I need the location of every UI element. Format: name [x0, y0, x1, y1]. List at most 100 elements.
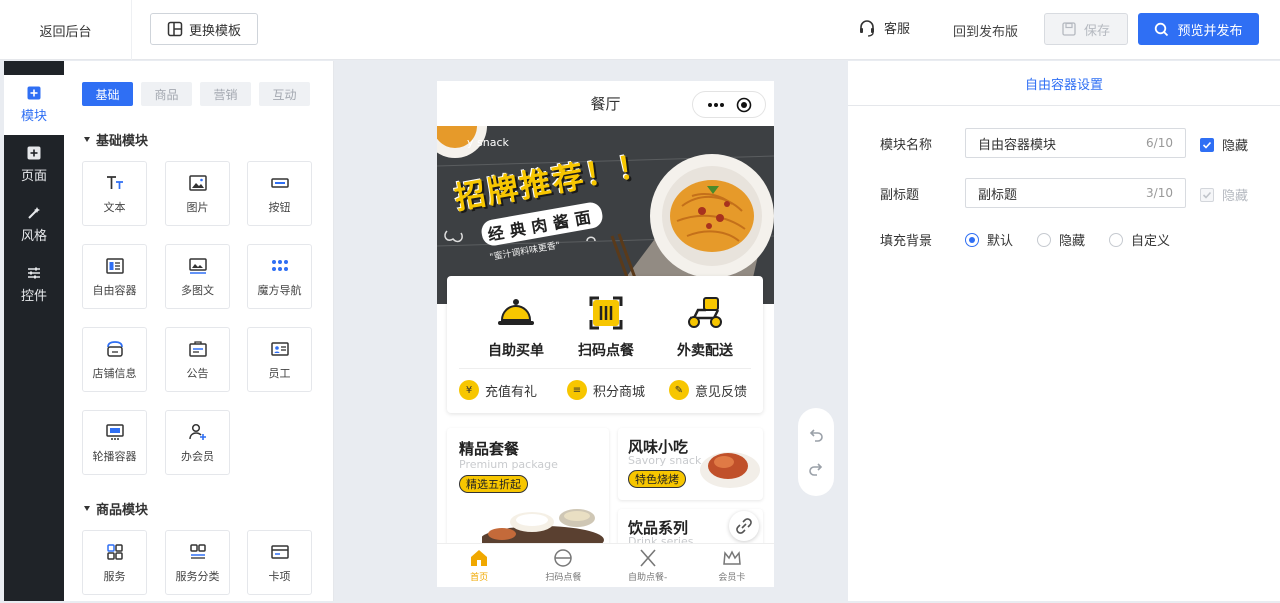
tab-goods[interactable]: 商品: [141, 82, 192, 106]
dish-cover-icon: [554, 548, 573, 567]
nav-item-style[interactable]: 风格: [4, 195, 64, 255]
headset-icon: [860, 19, 874, 37]
card-icon: [270, 544, 289, 559]
record-icon: [736, 97, 751, 112]
scan-icon: [589, 296, 623, 330]
category-icon: [189, 543, 206, 559]
yuan-icon: ¥: [459, 380, 479, 400]
nav-item-label: 控件: [20, 289, 47, 304]
component-cube-nav[interactable]: 魔方导航: [247, 244, 312, 309]
phone-preview: 餐厅 y snack 招牌推荐！！ 经典肉酱面 "蜜汁调料味更香" 自助买单 扫…: [437, 81, 774, 587]
preview-publish-label: 预览并发布: [1177, 23, 1243, 39]
save-button[interactable]: 保存: [1044, 13, 1128, 45]
radio-unselected-icon: [1037, 232, 1052, 247]
component-label: 服务分类: [175, 569, 220, 583]
component-free-container[interactable]: 自由容器: [82, 244, 147, 309]
tile-subtitle: Premium package: [459, 458, 558, 471]
phone-tab-bar: 首页 扫码点餐 自助点餐- 会员卡: [437, 543, 774, 587]
tabbar-member-card[interactable]: 会员卡: [690, 544, 774, 587]
nav-item-page[interactable]: 页面: [4, 135, 64, 195]
radio-unselected-icon: [1109, 232, 1124, 247]
radio-label: 默认: [987, 234, 1014, 249]
back-to-admin-button[interactable]: 返回后台: [0, 0, 132, 60]
entry-label: 积分商城: [593, 384, 646, 400]
component-image[interactable]: 图片: [165, 161, 230, 226]
store-icon: [106, 340, 123, 357]
nav-item-label: 风格: [20, 229, 47, 244]
revert-to-published-button[interactable]: 回到发布版: [953, 21, 1018, 40]
left-nav: 模块 页面 风格 控件: [4, 61, 64, 601]
radio-custom[interactable]: 自定义: [1109, 230, 1170, 249]
notice-icon: [188, 340, 207, 357]
tabbar-label: 会员卡: [718, 572, 746, 583]
tabbar-label: 扫码点餐: [545, 572, 582, 583]
radio-label: 隐藏: [1059, 234, 1086, 249]
component-notice[interactable]: 公告: [165, 327, 230, 392]
feedback-entry[interactable]: ✎ 意见反馈: [669, 380, 747, 400]
tile-savory-snack[interactable]: 风味小吃 Savory snack 特色烧烤: [618, 428, 763, 500]
tabbar-scan-order[interactable]: 扫码点餐: [521, 544, 605, 587]
subtitle-input[interactable]: 副标题 3/10: [965, 178, 1186, 208]
component-multi-image-text[interactable]: 多图文: [165, 244, 230, 309]
delivery-entry[interactable]: 外卖配送: [660, 296, 750, 360]
checkbox-disabled-icon: [1200, 187, 1214, 202]
card-divider: [459, 368, 751, 369]
tab-basic[interactable]: 基础: [82, 82, 133, 106]
component-button[interactable]: 按钮: [247, 161, 312, 226]
scan-order-entry[interactable]: 扫码点餐: [561, 296, 651, 360]
search-icon: [1155, 22, 1169, 36]
customer-service-button[interactable]: 客服: [858, 18, 910, 37]
crown-icon: [723, 549, 741, 565]
nav-item-label: 页面: [20, 169, 47, 184]
component-text[interactable]: 文本: [82, 161, 147, 226]
module-name-input[interactable]: 自由容器模块 6/10: [965, 128, 1186, 158]
tab-marketing[interactable]: 营销: [200, 82, 251, 106]
redo-icon[interactable]: [808, 461, 824, 477]
radio-label: 自定义: [1131, 234, 1171, 249]
entry-label: 充值有礼: [485, 384, 538, 400]
mini-program-capsule[interactable]: [692, 91, 766, 118]
section-title-text: 基础模块: [96, 134, 149, 149]
layout-icon: [167, 21, 183, 37]
apps-grid-icon: [106, 543, 123, 560]
tab-interaction[interactable]: 互动: [259, 82, 310, 106]
image-icon: [188, 174, 207, 191]
change-template-button[interactable]: 更换模板: [150, 13, 258, 45]
radio-default[interactable]: 默认: [965, 230, 1013, 249]
component-store-info[interactable]: 店铺信息: [82, 327, 147, 392]
subtitle-hide-checkbox[interactable]: 隐藏: [1200, 185, 1248, 204]
radio-hide[interactable]: 隐藏: [1037, 230, 1085, 249]
radio-selected-icon: [965, 232, 979, 247]
component-staff[interactable]: 员工: [247, 327, 312, 392]
undo-icon[interactable]: [808, 427, 824, 443]
module-name-count: 6/10: [1146, 136, 1173, 150]
save-label: 保存: [1083, 23, 1110, 39]
entry-label: 外卖配送: [677, 343, 733, 359]
component-label: 公告: [186, 366, 209, 380]
tabbar-home[interactable]: 首页: [437, 544, 521, 587]
link-button[interactable]: [729, 511, 759, 541]
component-service-category[interactable]: 服务分类: [165, 530, 230, 595]
nav-item-modules[interactable]: 模块: [4, 75, 64, 135]
change-template-label: 更换模板: [188, 23, 241, 39]
recharge-entry[interactable]: ¥ 充值有礼: [459, 380, 537, 400]
component-label: 文本: [103, 200, 126, 214]
component-label: 图片: [186, 200, 209, 214]
component-service[interactable]: 服务: [82, 530, 147, 595]
self-pay-entry[interactable]: 自助买单: [471, 296, 561, 360]
nav-item-controls[interactable]: 控件: [4, 255, 64, 315]
tile-title: 精品套餐: [459, 440, 520, 458]
component-card-item[interactable]: 卡项: [247, 530, 312, 595]
module-name-hide-checkbox[interactable]: 隐藏: [1200, 135, 1248, 154]
component-membership[interactable]: 办会员: [165, 410, 230, 475]
canvas-area: 餐厅 y snack 招牌推荐！！ 经典肉酱面 "蜜汁调料味更香" 自助买单 扫…: [335, 61, 847, 601]
component-label: 办会员: [181, 449, 214, 463]
component-label: 员工: [268, 366, 291, 380]
subtitle-value: 副标题: [978, 187, 1018, 203]
preview-publish-button[interactable]: 预览并发布: [1138, 13, 1259, 45]
component-carousel[interactable]: 轮播容器: [82, 410, 147, 475]
component-label: 轮播容器: [92, 449, 137, 463]
tabbar-self-order[interactable]: 自助点餐-: [606, 544, 690, 587]
points-mall-entry[interactable]: ≡ 积分商城: [567, 380, 645, 400]
tile-premium-set[interactable]: 精品套餐 Premium package 精选五折起: [447, 428, 609, 548]
